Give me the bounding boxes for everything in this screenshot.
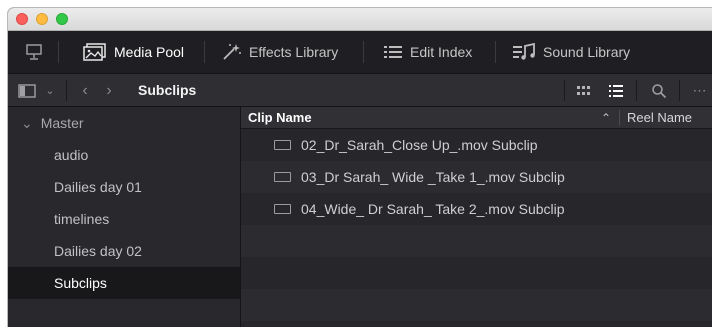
media-pool-window: Media Pool Effects Library Edit Index So… — [8, 8, 712, 327]
toolbar-divider — [495, 41, 496, 63]
toolbar-divider — [204, 41, 205, 63]
sound-library-button[interactable]: Sound Library — [512, 31, 630, 73]
edit-index-button[interactable]: Edit Index — [383, 31, 472, 73]
clip-icon — [274, 204, 291, 214]
table-row[interactable]: 04_Wide_ Dr Sarah_ Take 2_.mov Subclip — [241, 193, 712, 225]
column-header-clip-name[interactable]: Clip Name — [248, 107, 312, 129]
minimize-window-button[interactable] — [36, 13, 48, 25]
clip-icon — [274, 140, 291, 150]
table-row[interactable]: 02_Dr_Sarah_Close Up_.mov Subclip — [241, 129, 712, 161]
empty-row — [241, 289, 712, 321]
music-note-icon — [513, 43, 535, 60]
clip-name: 04_Wide_ Dr Sarah_ Take 2_.mov Subclip — [301, 201, 565, 217]
grid-icon — [577, 85, 590, 95]
media-pool-icon — [83, 43, 106, 61]
table-header: Clip Name ⌃ Reel Name — [241, 107, 712, 129]
pathbar-divider — [564, 80, 565, 101]
toolbar-divider — [363, 41, 364, 63]
monitor-icon — [26, 44, 42, 60]
sidebar-panel-icon — [18, 83, 36, 98]
sidebar-dropdown-chevron-icon[interactable]: ⌄ — [42, 74, 58, 107]
sidebar-item-audio[interactable]: audio — [8, 139, 240, 171]
bin-path-bar: ⌄ ‹ › Subclips ⋯ — [8, 73, 712, 107]
sidebar-item-dailies-day-02[interactable]: Dailies day 02 — [8, 235, 240, 267]
close-window-button[interactable] — [16, 13, 28, 25]
bin-list-sidebar: ⌄ Master audio Dailies day 01 timelines D… — [8, 107, 241, 327]
column-divider[interactable] — [619, 110, 620, 126]
column-header-reel-name[interactable]: Reel Name — [627, 107, 692, 129]
title-bar — [8, 8, 712, 31]
sidebar-toggle-button[interactable] — [16, 74, 38, 107]
pathbar-divider — [636, 80, 637, 101]
sidebar-item-label: audio — [54, 147, 89, 163]
clip-name: 03_Dr Sarah_ Wide _Take 1_.mov Subclip — [301, 169, 565, 185]
sidebar-item-subclips[interactable]: Subclips — [8, 267, 240, 299]
list-view-button[interactable] — [604, 74, 628, 107]
clip-icon — [274, 172, 291, 182]
effects-library-button[interactable]: Effects Library — [222, 31, 338, 73]
toolbar-divider — [58, 41, 59, 63]
clip-list: Clip Name ⌃ Reel Name 02_Dr_Sarah_Close … — [241, 107, 712, 327]
search-button[interactable] — [647, 74, 671, 107]
search-icon — [652, 83, 667, 98]
empty-row — [241, 257, 712, 289]
list-view-icon — [609, 84, 623, 97]
sort-ascending-icon[interactable]: ⌃ — [601, 107, 611, 129]
pathbar-divider — [66, 80, 67, 101]
sound-library-label: Sound Library — [543, 44, 631, 60]
back-chevron-icon[interactable]: ‹ — [76, 74, 94, 107]
sidebar-item-label: Subclips — [54, 275, 107, 291]
magic-wand-icon — [223, 44, 241, 60]
empty-row — [241, 225, 712, 257]
sidebar-item-timelines[interactable]: timelines — [8, 203, 240, 235]
media-pool-button[interactable]: Media Pool — [83, 31, 184, 73]
forward-chevron-icon[interactable]: › — [100, 74, 118, 107]
thumbnail-view-button[interactable] — [572, 74, 596, 107]
sidebar-item-label: Dailies day 02 — [54, 243, 142, 259]
master-bin-label: Master — [40, 115, 84, 131]
sidebar-item-label: timelines — [54, 211, 110, 227]
zoom-window-button[interactable] — [56, 13, 68, 25]
chevron-down-icon[interactable]: ⌄ — [21, 107, 33, 139]
monitor-toggle-button[interactable] — [25, 31, 43, 73]
panel-toolbar: Media Pool Effects Library Edit Index So… — [8, 31, 712, 73]
sidebar-item-label: Dailies day 01 — [54, 179, 142, 195]
sidebar-item-dailies-day-01[interactable]: Dailies day 01 — [8, 171, 240, 203]
list-icon — [384, 46, 402, 58]
table-row[interactable]: 03_Dr Sarah_ Wide _Take 1_.mov Subclip — [241, 161, 712, 193]
more-options-icon[interactable]: ⋯ — [688, 74, 712, 107]
current-bin-title: Subclips — [138, 82, 197, 98]
clip-name: 02_Dr_Sarah_Close Up_.mov Subclip — [301, 137, 538, 153]
edit-index-label: Edit Index — [410, 44, 473, 60]
media-pool-label: Media Pool — [114, 44, 185, 60]
pathbar-divider — [679, 80, 680, 101]
effects-library-label: Effects Library — [249, 44, 339, 60]
master-bin[interactable]: ⌄ Master — [8, 107, 240, 139]
